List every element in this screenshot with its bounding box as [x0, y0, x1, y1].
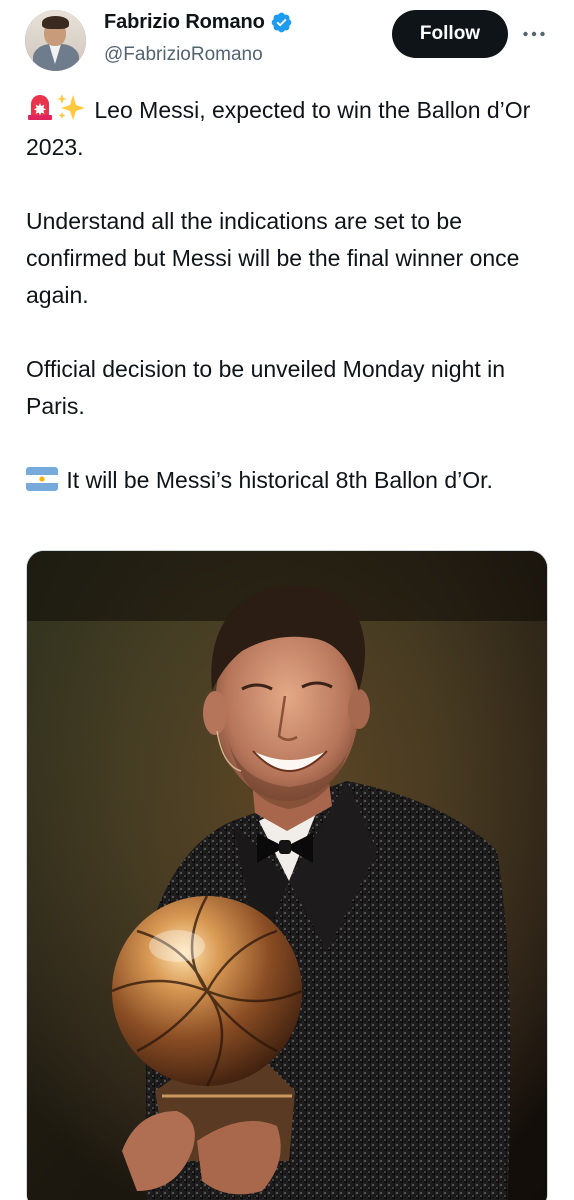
- tweet-paragraph: Leo Messi, expected to win the Ballon d’…: [26, 92, 556, 166]
- tweet-paragraph: It will be Messi’s historical 8th Ballon…: [26, 462, 556, 499]
- author-display-name[interactable]: Fabrizio Romano: [104, 11, 265, 34]
- sparkles-emoji: [57, 94, 85, 120]
- tweet-card: Fabrizio Romano @FabrizioRomano Follow L…: [0, 0, 574, 1200]
- argentina-flag-emoji: [26, 467, 58, 491]
- more-horizontal-icon[interactable]: [520, 24, 548, 44]
- avatar[interactable]: [25, 10, 86, 71]
- tweet-paragraph: Understand all the indications are set t…: [26, 208, 520, 308]
- follow-button[interactable]: Follow: [392, 10, 508, 58]
- author-name-row[interactable]: Fabrizio Romano: [104, 11, 293, 34]
- tweet-paragraph: Official decision to be unveiled Monday …: [26, 356, 506, 419]
- author-handle[interactable]: @FabrizioRomano: [104, 44, 263, 66]
- verified-badge-icon: [271, 12, 292, 33]
- tweet-photo[interactable]: [26, 550, 548, 1200]
- rotating-light-emoji: [28, 95, 52, 120]
- tweet-text: Leo Messi, expected to win the Ballon d’…: [26, 92, 556, 499]
- photo-messi-ballon-dor: [27, 551, 547, 1200]
